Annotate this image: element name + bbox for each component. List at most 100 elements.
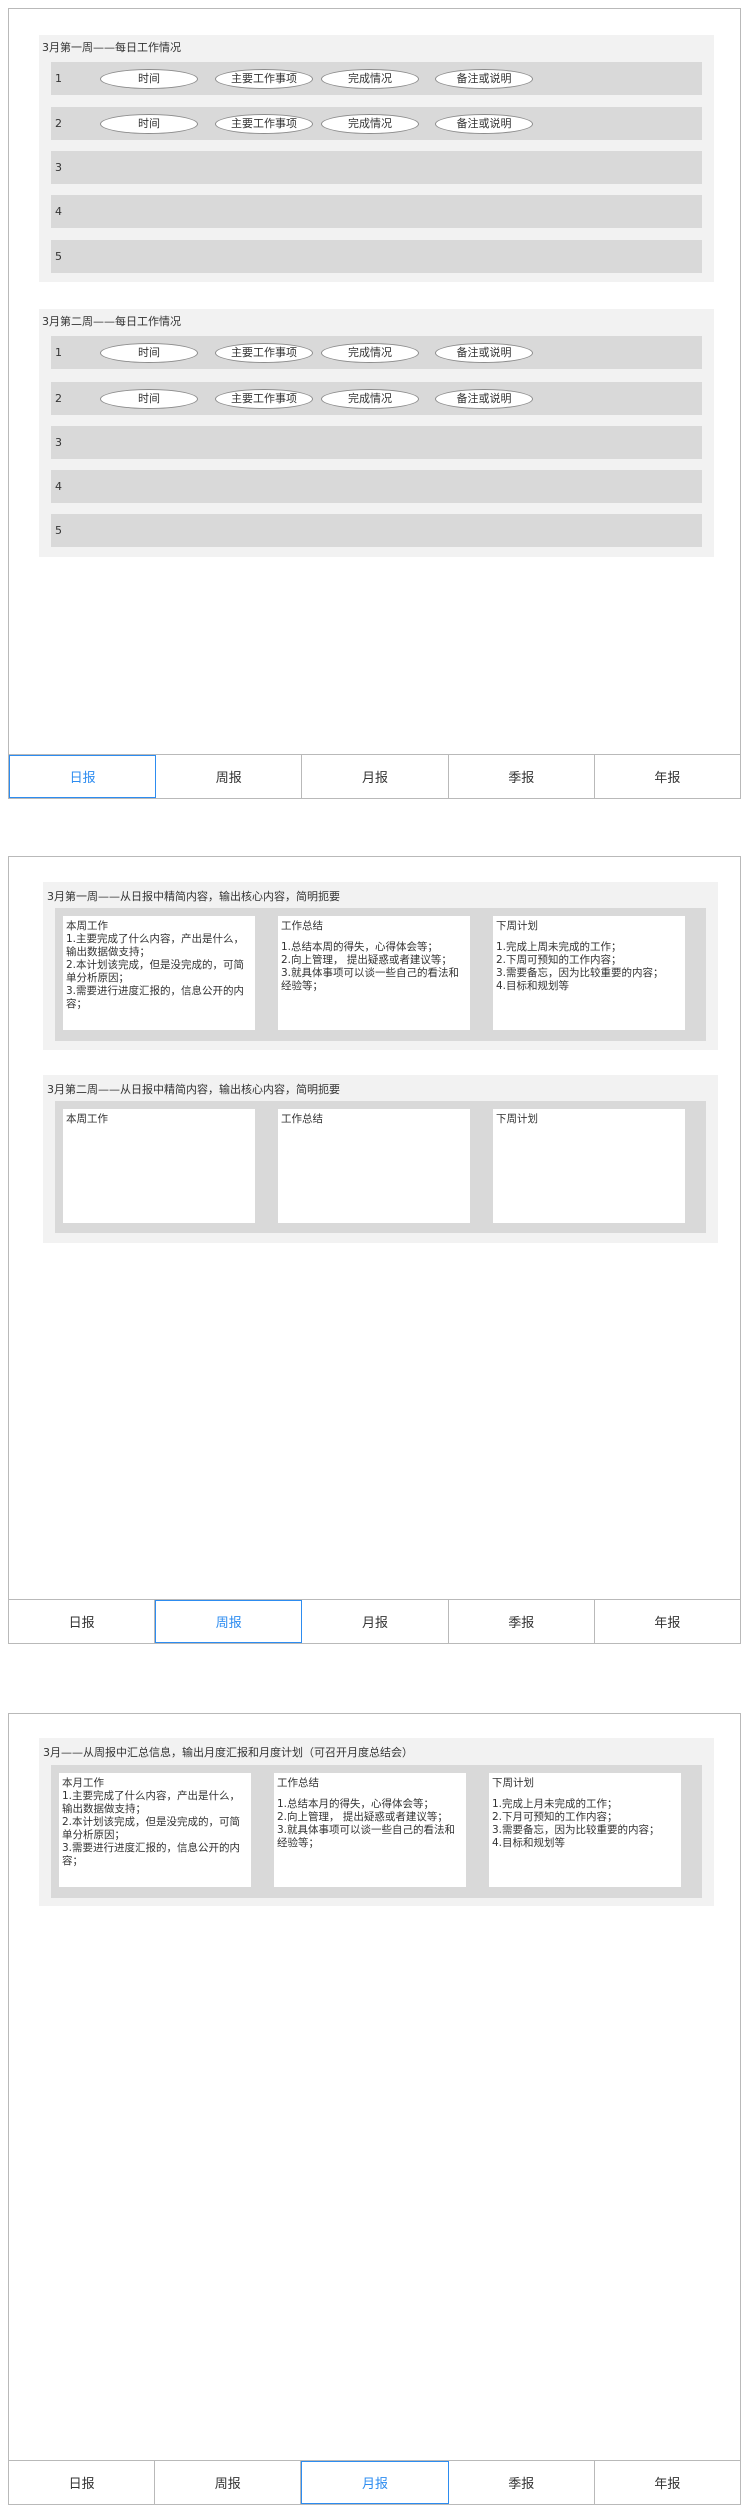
card-line: 2.下周可预知的工作内容； — [496, 954, 622, 966]
card-line: 2.向上管理， 提出疑惑或者建议等； — [281, 954, 452, 966]
row-number: 3 — [55, 436, 62, 449]
day-row[interactable]: 3 — [51, 426, 702, 459]
daily-report-screen: 3月第一周——每日工作情况 1 时间 主要工作事项 完成情况 备注或说明 2 时… — [8, 8, 741, 799]
row-number: 3 — [55, 161, 62, 174]
panel-title: 3月第一周——每日工作情况 — [42, 41, 181, 54]
weekly-panel-week2: 3月第二周——从日报中精简内容，输出核心内容，简明扼要 本周工作 工作总结 下周… — [43, 1075, 718, 1243]
row-number: 1 — [55, 346, 62, 359]
day-row[interactable]: 2 时间 主要工作事项 完成情况 备注或说明 — [51, 382, 702, 415]
main-task-pill[interactable]: 主要工作事项 — [215, 69, 313, 89]
time-pill[interactable]: 时间 — [100, 343, 198, 363]
card-line: 1.主要完成了什么内容，产出是什么，输出数据做支持； — [62, 1790, 241, 1815]
notes-pill[interactable]: 备注或说明 — [435, 69, 533, 89]
card-line: 4.目标和规划等 — [492, 1837, 566, 1849]
day-row[interactable]: 5 — [51, 240, 702, 273]
daily-panel-week1: 3月第一周——每日工作情况 1 时间 主要工作事项 完成情况 备注或说明 2 时… — [39, 35, 714, 282]
row-number: 1 — [55, 72, 62, 85]
monthly-card-group: 本月工作 1.主要完成了什么内容，产出是什么，输出数据做支持； 2.本计划该完成… — [51, 1765, 702, 1898]
weekly-report-screen: 3月第一周——从日报中精简内容，输出核心内容，简明扼要 本周工作 1.主要完成了… — [8, 856, 741, 1644]
tab-monthly[interactable]: 月报 — [301, 2461, 449, 2504]
monthly-report-screen: 3月——从周报中汇总信息，输出月度汇报和月度计划（可召开月度总结会） 本月工作 … — [8, 1713, 741, 2505]
row-number: 2 — [55, 392, 62, 405]
bottom-tab-bar: 日报 周报 月报 季报 年报 — [9, 2460, 740, 2504]
card-line: 4.目标和规划等 — [496, 980, 570, 992]
tab-yearly[interactable]: 年报 — [595, 1600, 740, 1643]
card-line: 1.总结本周的得失，心得体会等； — [281, 941, 439, 953]
row-number: 4 — [55, 480, 62, 493]
card-line: 3.需要备忘，因为比较重要的内容； — [496, 967, 664, 979]
next-plan-card[interactable]: 下周计划 1.完成上月未完成的工作； 2.下月可预知的工作内容； 3.需要备忘，… — [489, 1773, 681, 1887]
tab-monthly[interactable]: 月报 — [302, 755, 449, 798]
time-pill[interactable]: 时间 — [100, 389, 198, 409]
tab-monthly[interactable]: 月报 — [302, 1600, 449, 1643]
card-line: 2.向上管理， 提出疑惑或者建议等； — [277, 1811, 448, 1823]
card-heading: 本周工作 — [66, 1113, 108, 1125]
tab-daily[interactable]: 日报 — [9, 2461, 156, 2504]
day-row[interactable]: 1 时间 主要工作事项 完成情况 备注或说明 — [51, 62, 702, 95]
tab-yearly[interactable]: 年报 — [595, 2461, 740, 2504]
bottom-tab-bar: 日报 周报 月报 季报 年报 — [9, 1599, 740, 1643]
tab-quarterly[interactable]: 季报 — [449, 2461, 595, 2504]
main-task-pill[interactable]: 主要工作事项 — [215, 389, 313, 409]
work-summary-card[interactable]: 工作总结 — [278, 1109, 470, 1223]
card-line: 3.需要进行进度汇报的，信息公开的内容； — [62, 1842, 241, 1867]
card-line: 2.下月可预知的工作内容； — [492, 1811, 618, 1823]
tab-weekly[interactable]: 周报 — [155, 2461, 302, 2504]
work-summary-card[interactable]: 工作总结 1.总结本月的得失，心得体会等； 2.向上管理， 提出疑惑或者建议等；… — [274, 1773, 466, 1887]
status-pill[interactable]: 完成情况 — [321, 343, 419, 363]
next-week-plan-card[interactable]: 下周计划 — [493, 1109, 685, 1223]
card-line: 3.就具体事项可以谈一些自己的看法和经验等； — [277, 1824, 456, 1849]
notes-pill[interactable]: 备注或说明 — [435, 114, 533, 134]
card-line: 2.本计划该完成，但是没完成的，可简单分析原因； — [62, 1816, 241, 1841]
card-line: 1.总结本月的得失，心得体会等； — [277, 1798, 435, 1810]
day-row[interactable]: 2 时间 主要工作事项 完成情况 备注或说明 — [51, 107, 702, 140]
notes-pill[interactable]: 备注或说明 — [435, 389, 533, 409]
card-line: 1.完成上周未完成的工作； — [496, 941, 622, 953]
day-row[interactable]: 3 — [51, 151, 702, 184]
panel-title: 3月第二周——从日报中精简内容，输出核心内容，简明扼要 — [47, 1083, 340, 1096]
card-heading: 本周工作 — [66, 920, 108, 932]
this-week-work-card[interactable]: 本周工作 1.主要完成了什么内容，产出是什么，输出数据做支持； 2.本计划该完成… — [63, 916, 255, 1030]
this-week-work-card[interactable]: 本周工作 — [63, 1109, 255, 1223]
card-heading: 工作总结 — [277, 1777, 319, 1789]
weekly-panel-week1: 3月第一周——从日报中精简内容，输出核心内容，简明扼要 本周工作 1.主要完成了… — [43, 882, 718, 1050]
tab-weekly[interactable]: 周报 — [155, 1600, 303, 1643]
tab-quarterly[interactable]: 季报 — [449, 1600, 595, 1643]
card-heading: 下周计划 — [496, 920, 538, 932]
notes-pill[interactable]: 备注或说明 — [435, 343, 533, 363]
day-row[interactable]: 1 时间 主要工作事项 完成情况 备注或说明 — [51, 336, 702, 369]
status-pill[interactable]: 完成情况 — [321, 389, 419, 409]
tab-yearly[interactable]: 年报 — [595, 755, 740, 798]
status-pill[interactable]: 完成情况 — [321, 114, 419, 134]
day-row[interactable]: 4 — [51, 470, 702, 503]
card-heading: 下周计划 — [496, 1113, 538, 1125]
day-row[interactable]: 5 — [51, 514, 702, 547]
main-task-pill[interactable]: 主要工作事项 — [215, 114, 313, 134]
main-task-pill[interactable]: 主要工作事项 — [215, 343, 313, 363]
next-week-plan-card[interactable]: 下周计划 1.完成上周未完成的工作； 2.下周可预知的工作内容； 3.需要备忘，… — [493, 916, 685, 1030]
day-row[interactable]: 4 — [51, 195, 702, 228]
card-line: 3.需要备忘，因为比较重要的内容； — [492, 1824, 660, 1836]
tab-quarterly[interactable]: 季报 — [449, 755, 595, 798]
panel-title: 3月第一周——从日报中精简内容，输出核心内容，简明扼要 — [47, 890, 340, 903]
row-number: 2 — [55, 117, 62, 130]
status-pill[interactable]: 完成情况 — [321, 69, 419, 89]
tab-daily[interactable]: 日报 — [9, 755, 157, 798]
row-number: 5 — [55, 524, 62, 537]
tab-weekly[interactable]: 周报 — [156, 755, 303, 798]
bottom-tab-bar: 日报 周报 月报 季报 年报 — [9, 754, 740, 798]
card-line: 2.本计划该完成，但是没完成的，可简单分析原因； — [66, 959, 245, 984]
time-pill[interactable]: 时间 — [100, 69, 198, 89]
weekly-card-group: 本周工作 1.主要完成了什么内容，产出是什么，输出数据做支持； 2.本计划该完成… — [55, 908, 706, 1041]
monthly-panel: 3月——从周报中汇总信息，输出月度汇报和月度计划（可召开月度总结会） 本月工作 … — [39, 1738, 714, 1906]
card-line: 3.就具体事项可以谈一些自己的看法和经验等； — [281, 967, 460, 992]
tab-daily[interactable]: 日报 — [9, 1600, 156, 1643]
card-heading: 本月工作 — [62, 1777, 104, 1789]
row-number: 5 — [55, 250, 62, 263]
this-month-work-card[interactable]: 本月工作 1.主要完成了什么内容，产出是什么，输出数据做支持； 2.本计划该完成… — [59, 1773, 251, 1887]
time-pill[interactable]: 时间 — [100, 114, 198, 134]
work-summary-card[interactable]: 工作总结 1.总结本周的得失，心得体会等； 2.向上管理， 提出疑惑或者建议等；… — [278, 916, 470, 1030]
card-line: 3.需要进行进度汇报的，信息公开的内容； — [66, 985, 245, 1010]
card-heading: 下周计划 — [492, 1777, 534, 1789]
weekly-card-group: 本周工作 工作总结 下周计划 — [55, 1101, 706, 1233]
